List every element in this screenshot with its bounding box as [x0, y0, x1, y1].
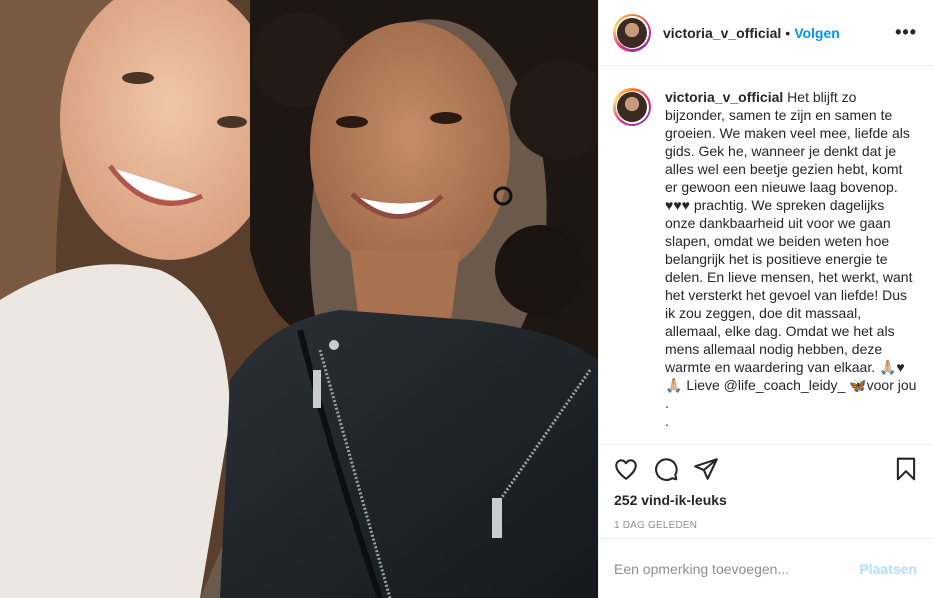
- caption-line: onze dankbaarheid uit voor we gaan: [665, 215, 891, 231]
- caption-line: ♥♥♥ prachtig. We spreken dagelijks: [665, 197, 885, 213]
- post-sidebar: victoria_v_official • Volgen ••• victori…: [598, 0, 933, 598]
- comment-bar: Plaatsen: [599, 538, 933, 598]
- caption-line: warmte en waardering van elkaar. 🙏🏼♥: [665, 359, 905, 375]
- action-icons-row: [599, 445, 933, 493]
- caption-line: bijzonder, samen te zijn en samen te: [665, 107, 893, 123]
- caption-line: .: [665, 413, 669, 429]
- caption-author-avatar[interactable]: [613, 88, 651, 126]
- caption-username[interactable]: victoria_v_official: [665, 89, 783, 105]
- caption-line: er gewoon een nieuwe laag bovenop.: [665, 179, 898, 195]
- follow-button[interactable]: Volgen: [794, 25, 840, 41]
- caption-line: mens allemaal nodig hebben, deze: [665, 341, 883, 357]
- post-photo[interactable]: [0, 0, 598, 598]
- author-username[interactable]: victoria_v_official: [663, 25, 781, 41]
- avatar-image: [617, 92, 647, 122]
- header-separator: •: [785, 24, 791, 41]
- caption-line: alles wel een beetje gezien hebt, komt: [665, 161, 903, 177]
- caption-line: slapen, omdat we beiden weten hoe: [665, 233, 890, 249]
- more-options-icon[interactable]: •••: [895, 22, 917, 43]
- bookmark-icon[interactable]: [893, 456, 919, 482]
- caption-line: belangrijk het is positieve energie te: [665, 251, 888, 267]
- comment-input[interactable]: [614, 560, 860, 577]
- caption-line: Het blijft zo: [783, 89, 857, 105]
- avatar-image: [617, 17, 647, 48]
- comment-icon[interactable]: [653, 456, 679, 482]
- caption-line: .: [665, 395, 669, 411]
- caption-line: allemaal, elke dag. Omdat we het als: [665, 323, 895, 339]
- avatar-frame: [615, 90, 649, 124]
- post-comment-button[interactable]: Plaatsen: [859, 561, 917, 577]
- caption-line: gids. Gek he, wanneer je denkt dat je: [665, 143, 897, 159]
- post-timestamp: 1 DAG GELEDEN: [614, 520, 698, 531]
- share-icon[interactable]: [693, 456, 719, 482]
- post-header: victoria_v_official • Volgen •••: [599, 0, 933, 66]
- post-actions: 252 vind-ik-leuks 1 DAG GELEDEN: [599, 444, 933, 531]
- instagram-post: victoria_v_official • Volgen ••• victori…: [0, 0, 933, 598]
- caption-line: groeien. We maken veel mee, liefde als: [665, 125, 910, 141]
- caption-line-mention[interactable]: 🙏🏼 Lieve @life_coach_leidy_ 🦋voor jou: [665, 377, 916, 393]
- heart-icon[interactable]: [613, 456, 639, 482]
- author-avatar[interactable]: [613, 13, 651, 52]
- caption-line: het versterkt het gevoel van liefde! Dus: [665, 287, 908, 303]
- caption-line: ik zou zeggen, doe dit massaal,: [665, 305, 862, 321]
- photo-illustration: [0, 0, 598, 598]
- caption-line: delen. En lieve mensen, het werkt, want: [665, 269, 913, 285]
- likes-count[interactable]: 252 vind-ik-leuks: [599, 492, 933, 508]
- avatar-frame: [615, 16, 649, 49]
- caption-text: victoria_v_official Het blijft zo bijzon…: [665, 88, 919, 444]
- caption-section: victoria_v_official Het blijft zo bijzon…: [599, 66, 933, 444]
